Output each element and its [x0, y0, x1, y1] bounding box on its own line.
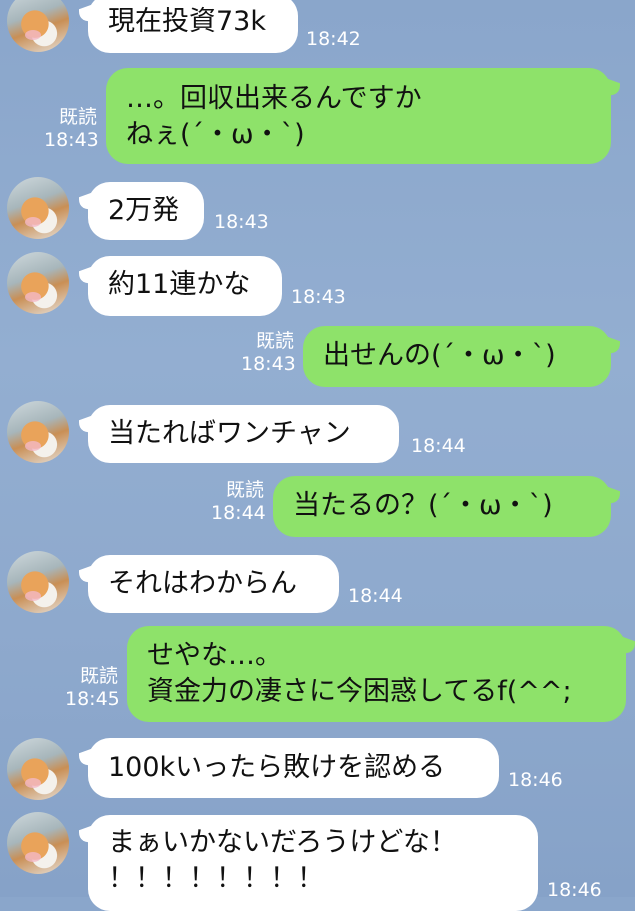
read-receipt: 既読 18:43	[44, 106, 99, 151]
outgoing-message-bubble[interactable]: …。回収出来るんですか ねぇ(´・ω・`)	[106, 68, 611, 164]
friend-avatar[interactable]	[7, 0, 69, 52]
message-text: 約11連かな	[108, 269, 251, 300]
message-text: 100kいったら敗けを認める	[108, 752, 446, 783]
message-time: 18:44	[348, 585, 403, 607]
friend-avatar[interactable]	[7, 252, 69, 314]
message-time: 18:43	[44, 129, 99, 151]
message-text: 現在投資73k	[108, 6, 266, 37]
friend-avatar[interactable]	[7, 738, 69, 800]
read-receipt: 既読 18:45	[65, 665, 120, 710]
message-line: ねぇ(´・ω・`)	[126, 119, 305, 150]
incoming-message-bubble[interactable]: 当たればワンチャン	[88, 405, 399, 463]
friend-avatar[interactable]	[7, 177, 69, 239]
message-text: 当たるの？(´・ω・`)	[293, 490, 553, 521]
message-time: 18:42	[306, 28, 361, 50]
read-receipt: 既読 18:44	[211, 479, 266, 524]
message-time: 18:45	[65, 688, 120, 710]
message-text: 当たればワンチャン	[108, 418, 351, 449]
message-line: 資金力の凄さに今困惑してるf(^^;	[147, 676, 572, 707]
message-time: 18:43	[241, 353, 296, 375]
incoming-message-bubble[interactable]: 100kいったら敗けを認める	[88, 738, 499, 798]
incoming-message-bubble[interactable]: 約11連かな	[88, 256, 282, 316]
message-text: 出せんの(´・ω・`)	[323, 340, 556, 371]
message-time: 18:43	[291, 286, 346, 308]
message-line: せやな…。	[147, 640, 282, 671]
outgoing-message-bubble[interactable]: 当たるの？(´・ω・`)	[273, 476, 611, 537]
friend-avatar[interactable]	[7, 401, 69, 463]
friend-avatar[interactable]	[7, 812, 69, 874]
message-time: 18:44	[411, 435, 466, 457]
friend-avatar[interactable]	[7, 551, 69, 613]
read-receipt: 既読 18:43	[241, 330, 296, 375]
incoming-message-bubble[interactable]: それはわからん	[88, 555, 339, 613]
incoming-message-bubble[interactable]: 現在投資73k	[88, 0, 298, 53]
message-text: 2万発	[108, 195, 180, 226]
message-line: まぁいかないだろうけどな！	[108, 827, 457, 858]
message-time: 18:46	[547, 879, 602, 901]
incoming-message-bubble[interactable]: 2万発	[88, 182, 204, 240]
message-line: …。回収出来るんですか	[126, 83, 422, 114]
message-time: 18:46	[508, 769, 563, 791]
outgoing-message-bubble[interactable]: 出せんの(´・ω・`)	[303, 326, 611, 387]
message-line: ！！！！！！！！	[108, 863, 324, 894]
message-text: それはわからん	[108, 568, 297, 599]
message-time: 18:43	[214, 211, 269, 233]
outgoing-message-bubble[interactable]: せやな…。 資金力の凄さに今困惑してるf(^^;	[127, 626, 626, 722]
message-time: 18:44	[211, 502, 266, 524]
